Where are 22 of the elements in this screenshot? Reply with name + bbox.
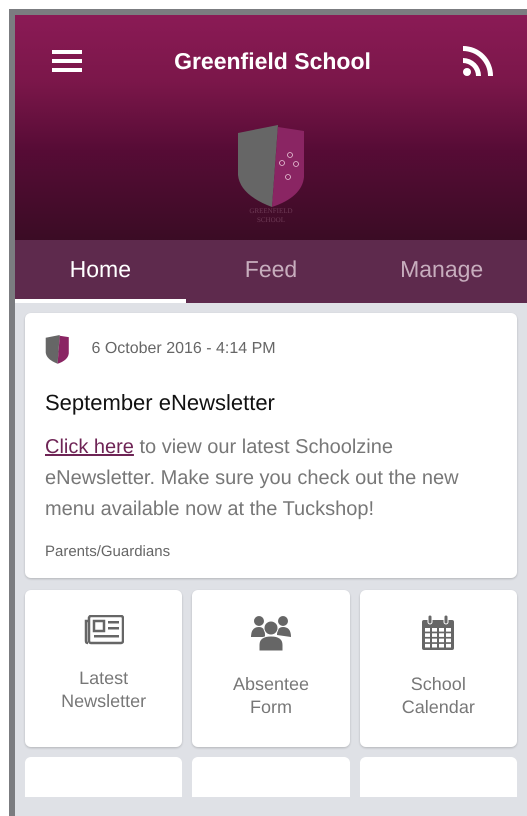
school-crest-icon — [45, 335, 70, 364]
post-body: Click here to view our latest Schoolzine eNewsletter. Make sure you check out the new menu available now at the Tuckshop! — [45, 434, 460, 522]
tile-card[interactable] — [25, 756, 182, 797]
post-title: September eNewsletter — [45, 390, 276, 416]
menu-icon[interactable] — [52, 49, 82, 73]
menu-tile[interactable]: School Calendar — [360, 590, 517, 747]
tab[interactable]: Manage — [356, 240, 527, 303]
tab[interactable]: Home — [15, 240, 186, 303]
menu-tile[interactable]: Absentee Form — [192, 590, 350, 747]
people-icon — [250, 614, 291, 651]
school-crest-icon — [236, 125, 306, 207]
tab[interactable]: Feed — [186, 240, 356, 303]
rss-icon[interactable] — [462, 46, 493, 76]
menu-tile[interactable]: Latest Newsletter — [25, 590, 182, 747]
tile-card[interactable] — [360, 756, 517, 797]
post-date: 6 October 2016 - 4:14 PM — [92, 340, 276, 358]
calendar-icon — [421, 614, 456, 651]
app-title: Greenfield School — [174, 48, 371, 74]
post-audience: Parents/Guardians — [45, 542, 172, 560]
tile-card[interactable] — [192, 756, 350, 797]
click-here-link[interactable]: Click here — [45, 436, 134, 458]
newspaper-icon — [84, 614, 124, 645]
